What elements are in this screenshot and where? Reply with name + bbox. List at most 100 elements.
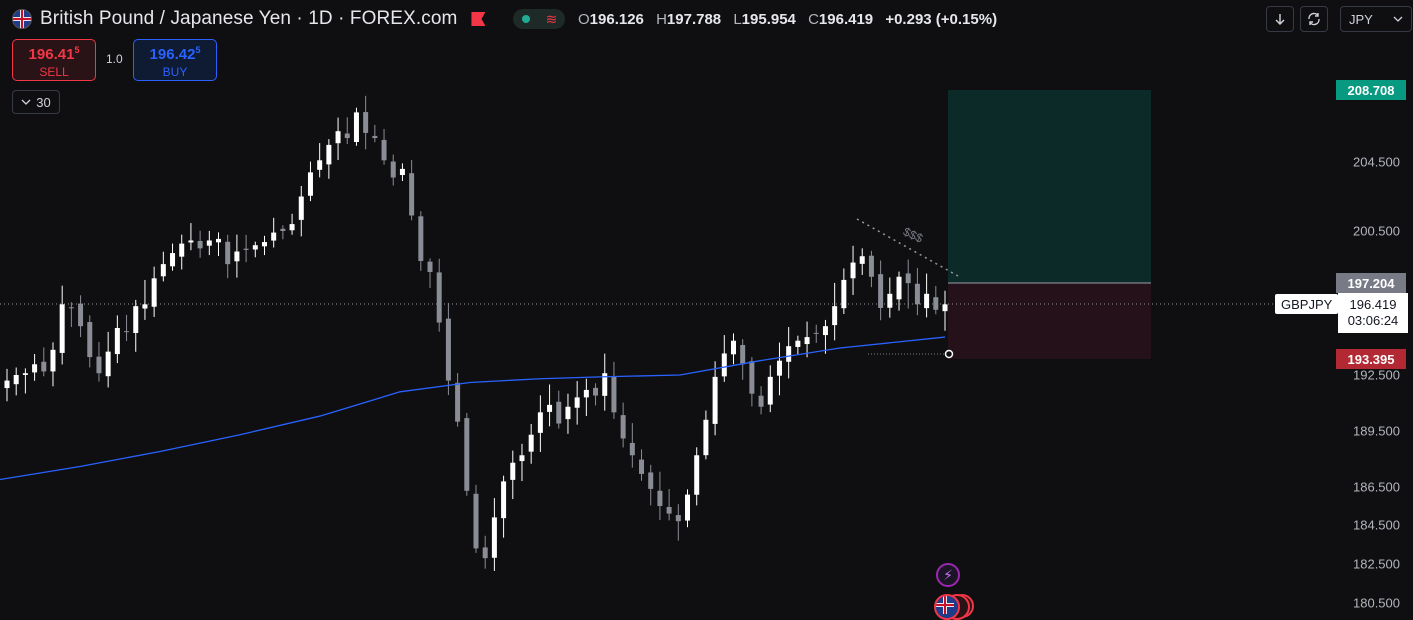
candle-body bbox=[68, 307, 74, 309]
currency-select[interactable]: JPY bbox=[1340, 6, 1412, 32]
candle bbox=[657, 471, 663, 521]
candle-body bbox=[813, 332, 819, 334]
flag-marker-icon[interactable] bbox=[471, 12, 486, 26]
candle bbox=[335, 117, 341, 161]
candle-body bbox=[776, 360, 782, 376]
indicator-collapse-button[interactable]: 30 bbox=[12, 90, 60, 114]
price-chart[interactable] bbox=[0, 0, 1413, 618]
candle-body bbox=[289, 224, 295, 231]
candle-body bbox=[896, 276, 902, 300]
candle-body bbox=[32, 364, 38, 373]
candle bbox=[868, 250, 874, 288]
uk-flag-event-icon[interactable] bbox=[934, 594, 960, 620]
candle-body bbox=[878, 274, 884, 308]
gbp-flag-icon bbox=[12, 9, 32, 29]
candle bbox=[942, 290, 948, 331]
candle-body bbox=[22, 373, 28, 375]
candle bbox=[105, 331, 111, 388]
candle-body bbox=[418, 216, 424, 261]
candle bbox=[280, 225, 286, 240]
sell-button[interactable]: 196.415 SELL bbox=[12, 39, 96, 81]
candle bbox=[216, 232, 222, 257]
candle-body bbox=[225, 241, 231, 265]
candle-body bbox=[252, 245, 258, 250]
candle-body bbox=[234, 251, 240, 262]
candle bbox=[703, 410, 709, 460]
high-label: H bbox=[656, 11, 667, 28]
symbol-title[interactable]: British Pound / Japanese Yen · 1D · FORE… bbox=[40, 8, 457, 30]
candle-body bbox=[510, 462, 516, 480]
candle bbox=[59, 285, 65, 365]
candle-body bbox=[381, 139, 387, 161]
sell-price: 196.41 bbox=[28, 46, 75, 63]
candle bbox=[298, 185, 304, 237]
candle bbox=[804, 321, 810, 358]
buy-price-pip: 5 bbox=[195, 45, 201, 55]
wave-icon: ≋ bbox=[545, 11, 558, 27]
candle-body bbox=[666, 506, 672, 514]
candle bbox=[887, 277, 893, 318]
candle bbox=[197, 230, 203, 258]
market-open-dot-icon bbox=[521, 15, 530, 23]
candle bbox=[473, 484, 479, 553]
candle bbox=[289, 213, 295, 235]
candle bbox=[501, 475, 507, 538]
buy-button[interactable]: 196.425 BUY bbox=[133, 39, 217, 81]
candle-body bbox=[639, 459, 645, 474]
candle bbox=[234, 234, 240, 278]
candle bbox=[767, 365, 773, 413]
market-status-badge[interactable]: ≋ bbox=[513, 9, 566, 29]
candle bbox=[896, 271, 902, 311]
candle bbox=[583, 378, 589, 416]
candle bbox=[675, 504, 681, 541]
candle-body bbox=[188, 240, 194, 243]
candle bbox=[179, 234, 185, 270]
candle bbox=[68, 302, 74, 327]
candle-body bbox=[280, 228, 286, 231]
candle-body bbox=[473, 493, 479, 549]
candle bbox=[914, 268, 920, 316]
arrow-down-icon bbox=[1275, 14, 1285, 25]
currency-label: JPY bbox=[1349, 11, 1373, 27]
candle-body bbox=[170, 253, 176, 267]
candle-body bbox=[905, 273, 911, 284]
candle bbox=[593, 383, 599, 406]
current-price-tag: 196.419 03:06:24 bbox=[1338, 293, 1408, 333]
candle-body bbox=[298, 196, 304, 220]
candle bbox=[455, 373, 461, 427]
high-value: 197.788 bbox=[666, 11, 722, 28]
candle-body bbox=[740, 344, 746, 365]
lightning-event-icon[interactable]: ⚡ bbox=[936, 563, 960, 587]
candle bbox=[464, 412, 470, 496]
stop-loss-price-tag[interactable]: 193.395 bbox=[1336, 349, 1406, 369]
download-button[interactable] bbox=[1266, 6, 1294, 32]
candle-body bbox=[749, 361, 755, 394]
candle bbox=[574, 381, 580, 425]
candle bbox=[685, 489, 691, 528]
current-price-value: 196.419 bbox=[1349, 297, 1397, 312]
candle-body bbox=[353, 112, 359, 143]
chevron-down-icon bbox=[21, 99, 31, 105]
bar-countdown: 03:06:24 bbox=[1347, 313, 1399, 328]
candle bbox=[537, 395, 543, 452]
candle-body bbox=[924, 293, 930, 309]
candle-body bbox=[409, 173, 415, 216]
candle-body bbox=[593, 387, 599, 396]
candle-body bbox=[850, 262, 856, 279]
candle-body bbox=[307, 172, 313, 196]
buy-price: 196.42 bbox=[149, 46, 196, 63]
entry-price-tag[interactable]: 197.204 bbox=[1336, 273, 1406, 293]
quantity-value[interactable]: 1.0 bbox=[106, 52, 123, 66]
candle bbox=[170, 243, 176, 271]
candle bbox=[32, 354, 38, 381]
sync-button[interactable] bbox=[1300, 6, 1328, 32]
candle bbox=[602, 353, 608, 411]
take-profit-price-tag[interactable]: 208.708 bbox=[1336, 80, 1406, 100]
candle bbox=[795, 335, 801, 355]
candle-body bbox=[611, 376, 617, 413]
candle-body bbox=[13, 375, 19, 385]
candle bbox=[905, 259, 911, 309]
candle-body bbox=[390, 161, 396, 178]
candle-body bbox=[933, 297, 939, 310]
moving-average-line bbox=[0, 336, 946, 481]
